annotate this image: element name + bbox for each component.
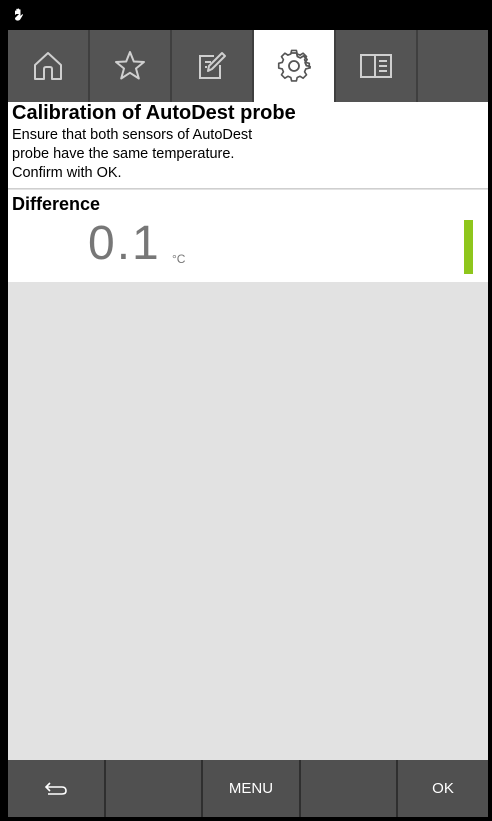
stability-indicator <box>464 220 473 274</box>
edit-icon <box>199 52 226 79</box>
ok-button[interactable]: OK <box>398 760 488 817</box>
instruction-line: Ensure that both sensors of AutoDest <box>12 127 253 143</box>
home-icon <box>34 52 62 80</box>
difference-label: Difference <box>12 194 101 214</box>
page-header: Calibration of AutoDest probe Ensure tha… <box>8 102 488 189</box>
difference-panel: Difference 0.1 °C <box>8 190 488 282</box>
tab-settings[interactable] <box>254 30 336 102</box>
difference-unit: °C <box>172 252 186 266</box>
star-icon <box>115 51 145 80</box>
menu-button[interactable]: MENU <box>203 760 301 817</box>
tab-empty <box>418 30 488 102</box>
tab-home[interactable] <box>8 30 90 102</box>
book-icon <box>360 54 392 78</box>
tab-manual[interactable] <box>336 30 418 102</box>
status-bar <box>0 0 492 30</box>
instruction-text: Ensure that both sensors of AutoDest pro… <box>12 126 252 183</box>
empty-button-1 <box>106 760 203 817</box>
page-title: Calibration of AutoDest probe <box>12 102 296 124</box>
empty-button-2 <box>301 760 398 817</box>
back-button[interactable] <box>8 760 106 817</box>
tab-edit[interactable] <box>172 30 254 102</box>
tab-favorites[interactable] <box>90 30 172 102</box>
instruction-line: Confirm with OK. <box>12 165 122 181</box>
gear-icon <box>277 49 311 82</box>
hand-icon <box>15 8 24 21</box>
back-arrow-icon <box>44 781 67 795</box>
tab-bar <box>8 30 488 102</box>
bottom-bar: MENU OK <box>8 760 488 817</box>
instruction-line: probe have the same temperature. <box>12 146 235 162</box>
difference-value: 0.1 <box>88 217 161 270</box>
